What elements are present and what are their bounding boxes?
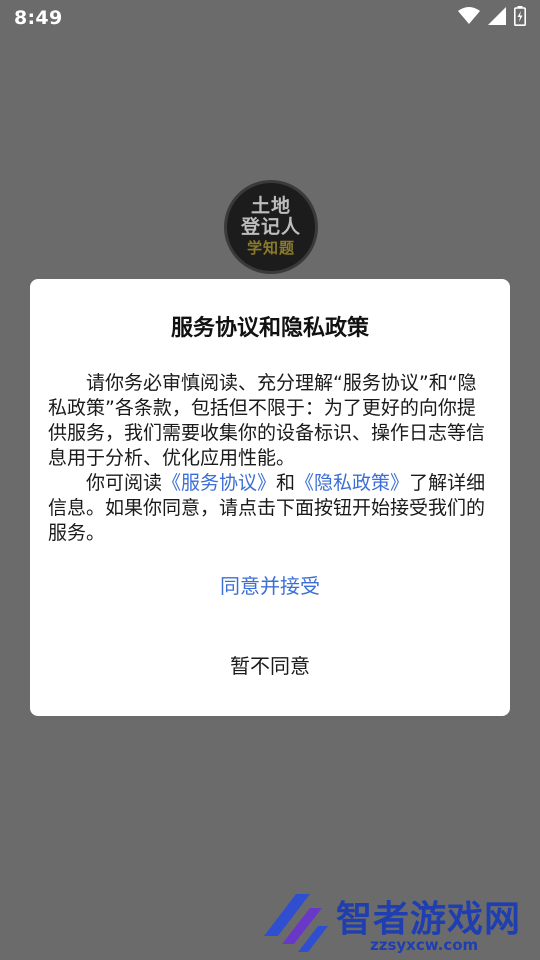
privacy-link[interactable]: 《隐私政策》	[295, 472, 409, 494]
signal-icon	[488, 7, 506, 29]
watermark-logo-icon	[264, 894, 328, 952]
wifi-icon	[458, 7, 480, 29]
status-icons	[458, 6, 526, 30]
status-time: 8:49	[14, 7, 63, 29]
battery-charging-icon	[514, 6, 526, 30]
app-logo: 土地 登记人 学知题	[224, 180, 318, 274]
paragraph-2-prefix: 你可阅读	[86, 472, 163, 494]
decline-button[interactable]: 暂不同意	[30, 646, 510, 686]
watermark: 智者游戏网 zzsyxcw.com	[258, 888, 540, 960]
dialog-paragraph-1: 请你务必审慎阅读、充分理解“服务协议”和“隐私政策”各条款，包括但不限于：为了更…	[48, 372, 486, 469]
logo-line-1: 土地	[250, 194, 291, 217]
status-bar: 8:49	[0, 0, 540, 36]
logo-line-3: 学知题	[246, 238, 295, 257]
dialog-paragraph-2: 你可阅读《服务协议》和《隐私政策》了解详细信息。如果你同意，请点击下面按钮开始接…	[48, 471, 492, 546]
privacy-dialog: 服务协议和隐私政策 请你务必审慎阅读、充分理解“服务协议”和“隐私政策”各条款，…	[30, 279, 510, 716]
dialog-body: 请你务必审慎阅读、充分理解“服务协议”和“隐私政策”各条款，包括但不限于：为了更…	[48, 371, 492, 546]
watermark-name: 智者游戏网	[336, 899, 522, 940]
dialog-title: 服务协议和隐私政策	[170, 316, 369, 341]
paragraph-2-and: 和	[276, 472, 296, 494]
accept-button[interactable]: 同意并接受	[30, 566, 510, 606]
logo-line-2: 登记人	[240, 215, 301, 238]
watermark-url: zzsyxcw.com	[370, 936, 479, 954]
terms-link[interactable]: 《服务协议》	[162, 472, 276, 494]
